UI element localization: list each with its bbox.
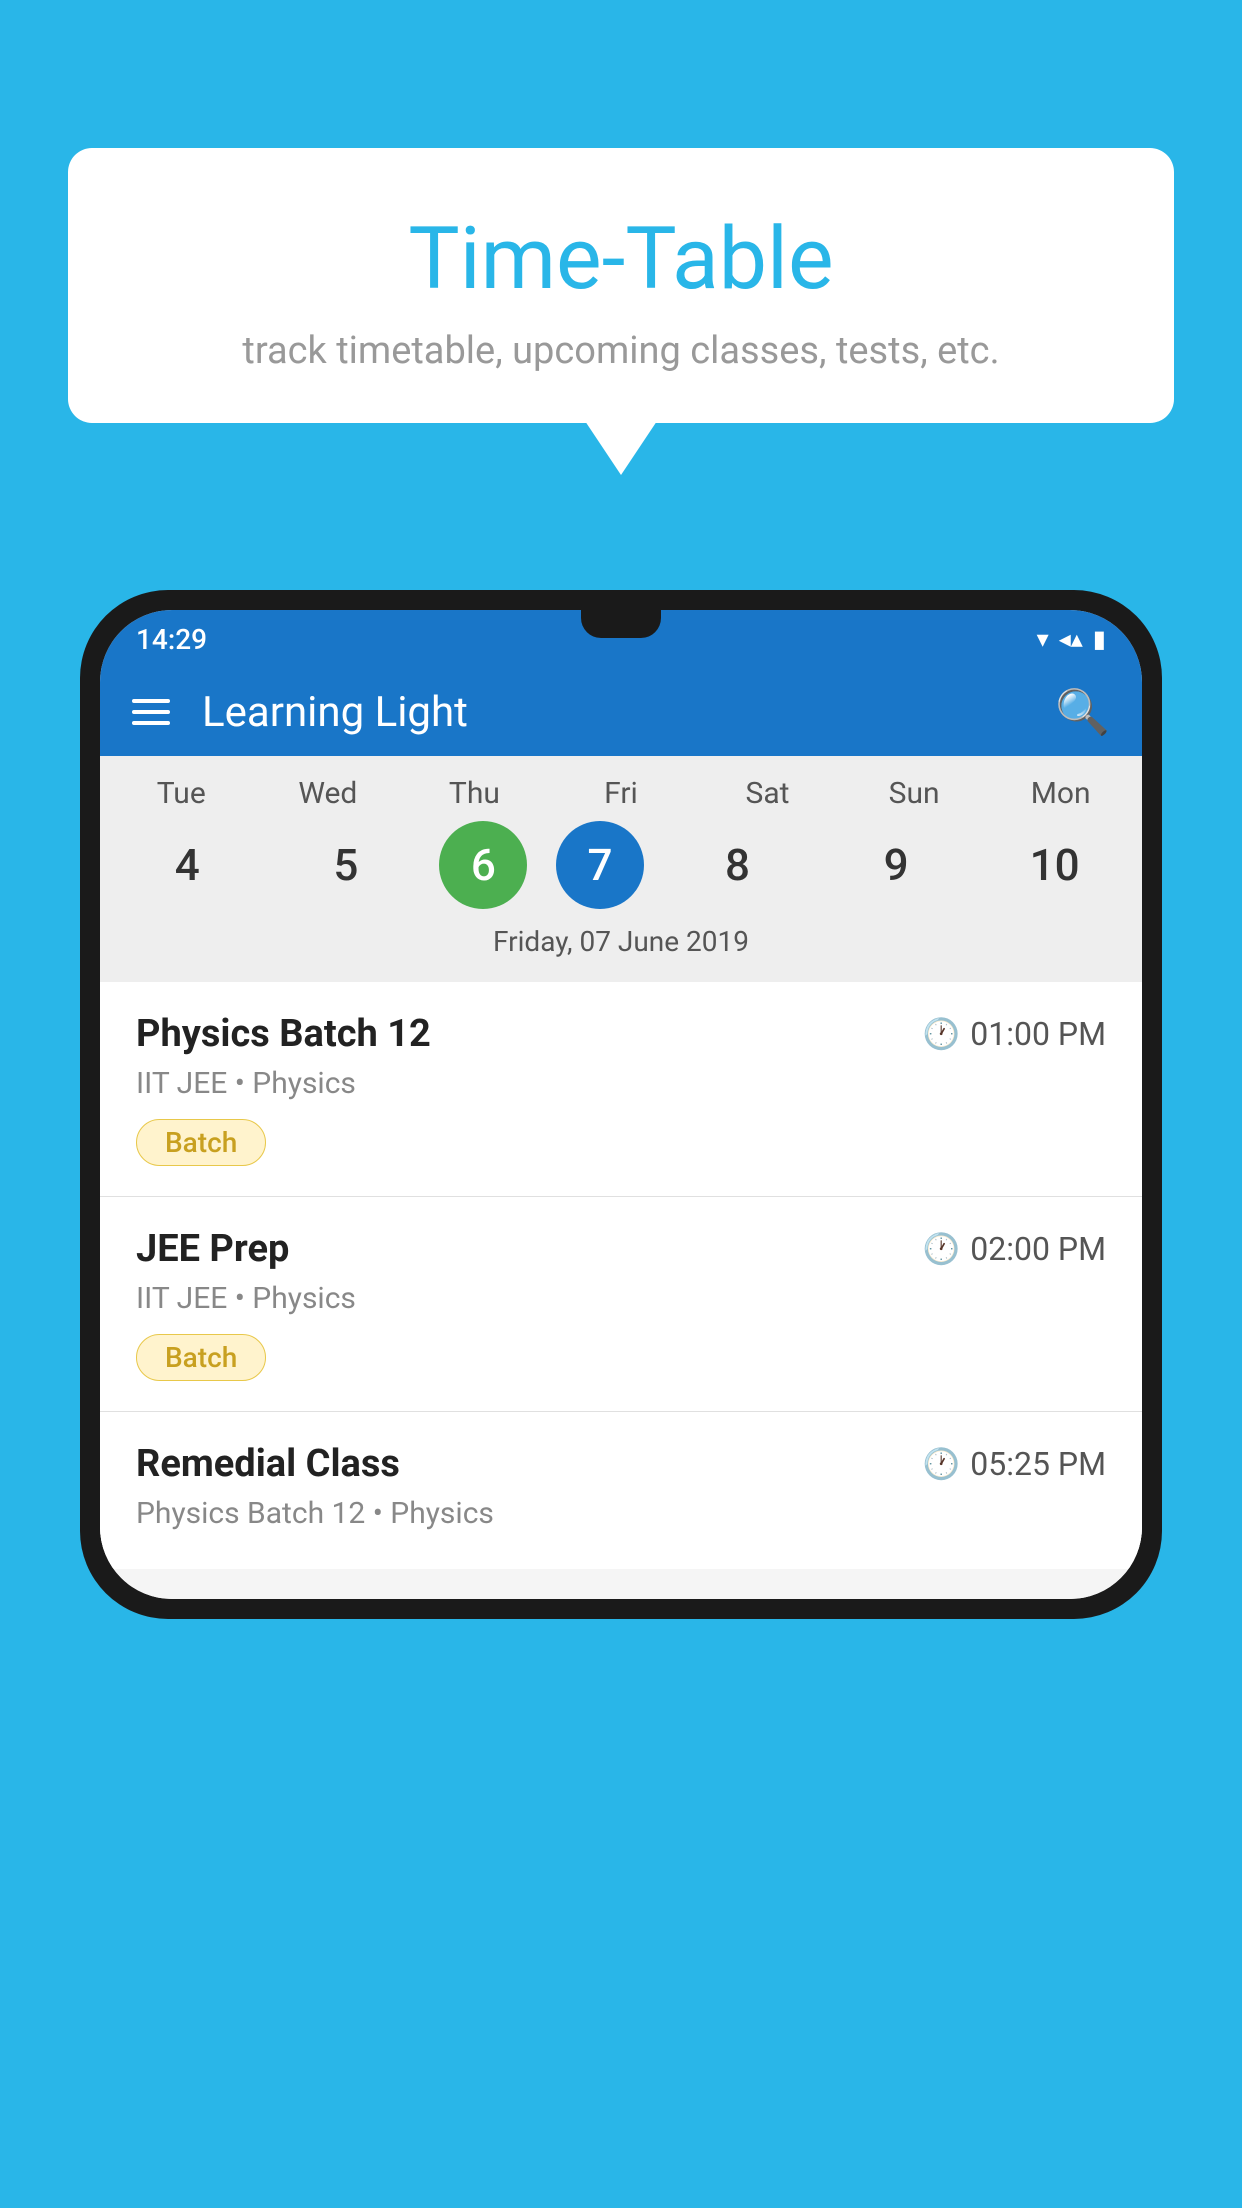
class-time-value-1: 01:00 PM: [970, 1015, 1106, 1053]
class-item-physics-batch-12[interactable]: Physics Batch 12 🕐 01:00 PM IIT JEE • Ph…: [100, 982, 1142, 1197]
day-9[interactable]: 9: [831, 821, 961, 909]
class-meta-3: Physics Batch 12 • Physics: [136, 1496, 1106, 1531]
class-item-remedial[interactable]: Remedial Class 🕐 05:25 PM Physics Batch …: [100, 1412, 1142, 1569]
day-header-sat: Sat: [703, 776, 833, 811]
status-time: 14:29: [136, 623, 207, 656]
clock-icon-3: 🕐: [923, 1447, 960, 1482]
class-item-header-1: Physics Batch 12 🕐 01:00 PM: [136, 1012, 1106, 1056]
day-header-tue: Tue: [116, 776, 246, 811]
hamburger-icon[interactable]: [132, 699, 170, 725]
class-name-1: Physics Batch 12: [136, 1012, 431, 1056]
day-header-fri: Fri: [556, 776, 686, 811]
status-icons: ▾ ◂▴ ▮: [1037, 625, 1106, 653]
class-list: Physics Batch 12 🕐 01:00 PM IIT JEE • Ph…: [100, 982, 1142, 1569]
class-meta-1: IIT JEE • Physics: [136, 1066, 1106, 1101]
class-name-3: Remedial Class: [136, 1442, 400, 1486]
class-time-value-2: 02:00 PM: [970, 1230, 1106, 1268]
day-header-mon: Mon: [996, 776, 1126, 811]
hamburger-line-2: [132, 710, 170, 714]
clock-icon-2: 🕐: [923, 1232, 960, 1267]
battery-icon: ▮: [1093, 625, 1106, 653]
day-headers: Tue Wed Thu Fri Sat Sun Mon: [100, 776, 1142, 811]
class-item-header-2: JEE Prep 🕐 02:00 PM: [136, 1227, 1106, 1271]
search-icon[interactable]: 🔍: [1055, 686, 1110, 738]
day-4[interactable]: 4: [122, 821, 252, 909]
calendar-strip: Tue Wed Thu Fri Sat Sun Mon 4 5 6 7 8 9 …: [100, 756, 1142, 982]
class-name-2: JEE Prep: [136, 1227, 289, 1271]
class-time-1: 🕐 01:00 PM: [923, 1015, 1106, 1053]
speech-bubble-wrapper: Time-Table track timetable, upcoming cla…: [68, 148, 1174, 423]
selected-date-label: Friday, 07 June 2019: [100, 925, 1142, 972]
class-time-2: 🕐 02:00 PM: [923, 1230, 1106, 1268]
class-item-header-3: Remedial Class 🕐 05:25 PM: [136, 1442, 1106, 1486]
class-item-jee-prep[interactable]: JEE Prep 🕐 02:00 PM IIT JEE • Physics Ba…: [100, 1197, 1142, 1412]
batch-badge-2: Batch: [136, 1334, 266, 1381]
signal-icon: ◂▴: [1059, 625, 1083, 653]
class-time-3: 🕐 05:25 PM: [923, 1445, 1106, 1483]
day-header-sun: Sun: [849, 776, 979, 811]
day-7-selected[interactable]: 7: [556, 821, 644, 909]
speech-bubble: Time-Table track timetable, upcoming cla…: [68, 148, 1174, 423]
class-meta-2: IIT JEE • Physics: [136, 1281, 1106, 1316]
bubble-subtitle: track timetable, upcoming classes, tests…: [108, 329, 1134, 373]
phone-mockup: 14:29 ▾ ◂▴ ▮ Learning Light 🔍: [80, 590, 1162, 1619]
day-header-thu: Thu: [409, 776, 539, 811]
day-6-today[interactable]: 6: [439, 821, 527, 909]
clock-icon-1: 🕐: [923, 1017, 960, 1052]
day-5[interactable]: 5: [281, 821, 411, 909]
app-bar: Learning Light 🔍: [100, 668, 1142, 756]
phone-screen: 14:29 ▾ ◂▴ ▮ Learning Light 🔍: [100, 610, 1142, 1599]
app-title: Learning Light: [202, 688, 1023, 737]
hamburger-line-3: [132, 721, 170, 725]
class-time-value-3: 05:25 PM: [970, 1445, 1106, 1483]
phone-notch: [581, 610, 661, 638]
phone-bottom: [100, 1569, 1142, 1599]
day-10[interactable]: 10: [990, 821, 1120, 909]
batch-badge-1: Batch: [136, 1119, 266, 1166]
day-8[interactable]: 8: [673, 821, 803, 909]
bubble-title: Time-Table: [108, 208, 1134, 309]
hamburger-line-1: [132, 699, 170, 703]
wifi-icon: ▾: [1037, 625, 1049, 653]
phone-outer: 14:29 ▾ ◂▴ ▮ Learning Light 🔍: [80, 590, 1162, 1619]
day-numbers: 4 5 6 7 8 9 10: [100, 811, 1142, 925]
day-header-wed: Wed: [263, 776, 393, 811]
